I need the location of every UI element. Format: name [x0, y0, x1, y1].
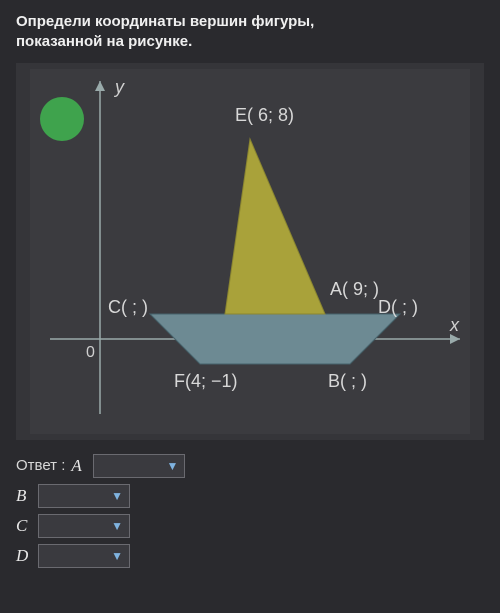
- answer-row-C: C ▼: [16, 514, 484, 538]
- answer-dropdown-A[interactable]: ▼: [93, 454, 185, 478]
- badge-icon: [40, 97, 84, 141]
- point-label-E: E( 6; 8): [235, 105, 294, 125]
- answer-dropdown-C[interactable]: ▼: [38, 514, 130, 538]
- point-label-C: C( ; ): [108, 297, 148, 317]
- answer-label-C: C: [16, 516, 32, 536]
- coordinate-figure: y x 0 E( 6; 8) A( 9; ) C( ; ) D( ; ) F(4…: [22, 69, 478, 434]
- point-label-F: F(4; −1): [174, 371, 238, 391]
- point-label-A: A( 9; ): [330, 279, 379, 299]
- answer-label-A: A: [71, 456, 87, 476]
- answer-row-A: Ответ : A ▼: [16, 454, 484, 478]
- answer-dropdown-B[interactable]: ▼: [38, 484, 130, 508]
- task-title: Определи координаты вершин фигуры, показ…: [16, 12, 484, 53]
- answer-label-B: B: [16, 486, 32, 506]
- answer-row-B: B ▼: [16, 484, 484, 508]
- title-line2: показанной на рисунке.: [16, 32, 484, 52]
- answer-row-D: D ▼: [16, 544, 484, 568]
- chevron-down-icon: ▼: [111, 489, 123, 503]
- title-line1: Определи координаты вершин фигуры,: [16, 12, 484, 32]
- chevron-down-icon: ▼: [167, 459, 179, 473]
- answer-prefix: Ответ :: [16, 457, 65, 474]
- chevron-down-icon: ▼: [111, 549, 123, 563]
- figure-container: y x 0 E( 6; 8) A( 9; ) C( ; ) D( ; ) F(4…: [16, 63, 484, 440]
- x-axis-label: x: [449, 315, 460, 335]
- y-axis-label: y: [113, 77, 125, 97]
- point-label-B: B( ; ): [328, 371, 367, 391]
- answer-dropdown-D[interactable]: ▼: [38, 544, 130, 568]
- point-label-D: D( ; ): [378, 297, 418, 317]
- answer-label-D: D: [16, 546, 32, 566]
- chevron-down-icon: ▼: [111, 519, 123, 533]
- origin-label: 0: [86, 344, 95, 361]
